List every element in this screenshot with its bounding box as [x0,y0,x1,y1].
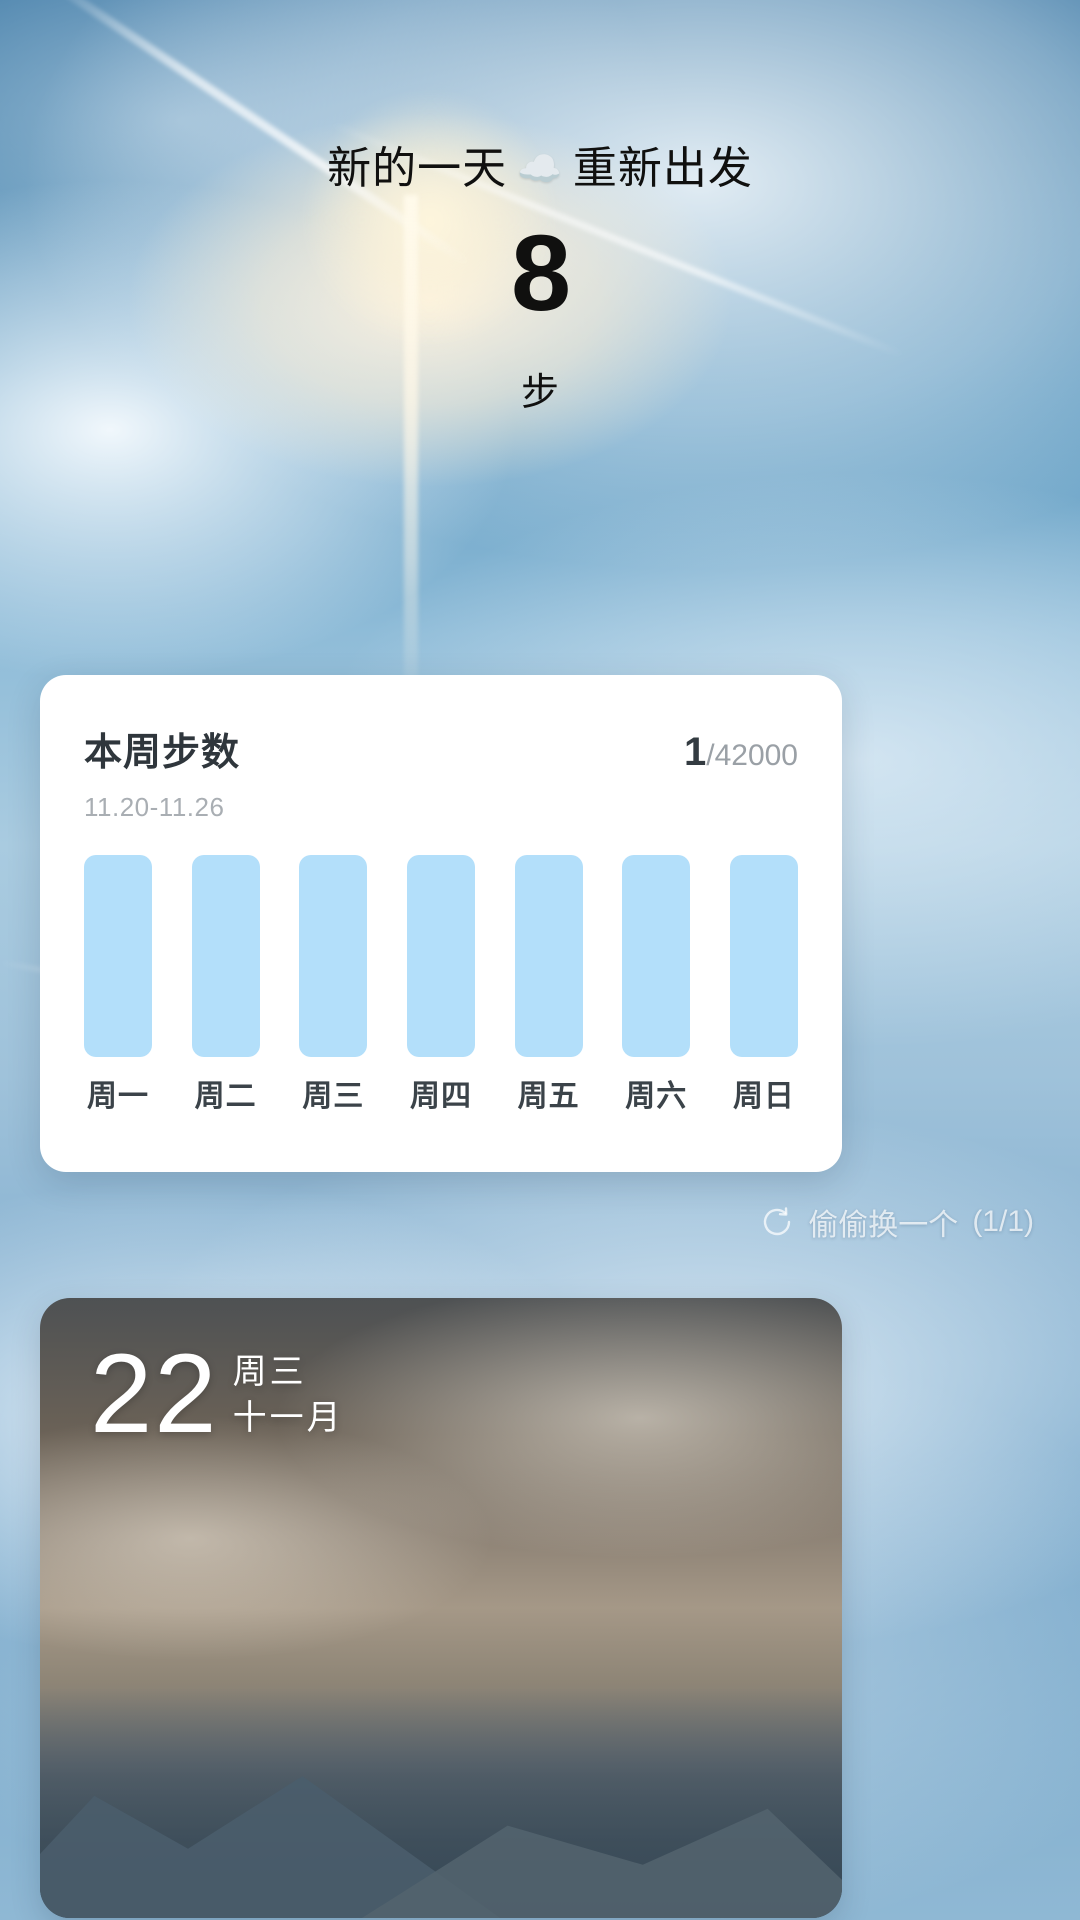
bar [84,855,152,1057]
bar [407,855,475,1057]
bar-label: 周六 [625,1071,687,1115]
bar-track [407,855,475,1057]
step-unit-label: 步 [0,361,1080,416]
bar-track [84,855,152,1057]
date-widget[interactable]: 22 周三 十一月 [40,1298,842,1918]
bar-column[interactable]: 周五 [515,855,583,1115]
bar-column[interactable]: 周日 [730,855,798,1115]
mountain-silhouette [40,1688,842,1918]
shuffle-counter: (1/1) [972,1205,1034,1239]
weekly-card-title: 本周步数 [84,721,240,776]
weekly-card-header: 本周步数 1/42000 [84,721,798,776]
shuffle-label: 偷偷换一个 [808,1200,958,1244]
refresh-icon [760,1205,794,1239]
bar-label: 周二 [195,1071,257,1115]
bar [730,855,798,1057]
weekly-steps-bar-chart: 周一 周二 周三 周四 [84,855,798,1115]
bar [299,855,367,1057]
bar-label: 周日 [733,1071,795,1115]
shuffle-wallpaper-button[interactable]: 偷偷换一个 (1/1) [760,1200,1034,1244]
date-side-labels: 周三 十一月 [233,1342,344,1442]
bar-column[interactable]: 周四 [407,855,475,1115]
step-motivation-title: 新的一天 ☁️ 重新出发 [0,140,1080,197]
bar [192,855,260,1057]
bar-column[interactable]: 周六 [622,855,690,1115]
bar-label: 周三 [302,1071,364,1115]
bar-label: 周五 [518,1071,580,1115]
weekly-steps-card[interactable]: 本周步数 1/42000 11.20-11.26 周一 周二 [40,675,842,1172]
bar [622,855,690,1057]
bar-column[interactable]: 周二 [192,855,260,1115]
date-day-number: 22 [90,1342,219,1445]
bar-track [515,855,583,1057]
bar-label: 周四 [410,1071,472,1115]
weekly-progress-goal: /42000 [706,739,798,772]
cloud-icon: ☁️ [517,151,563,187]
step-title-suffix: 重新出发 [573,140,753,197]
bar [515,855,583,1057]
date-weekday-label: 周三 [233,1350,344,1396]
date-widget-content: 22 周三 十一月 [90,1342,344,1445]
phone-screen: 新的一天 ☁️ 重新出发 8 步 本周步数 1/42000 11.20-11.2… [0,0,1080,1920]
bar-column[interactable]: 周三 [299,855,367,1115]
weekly-date-range: 11.20-11.26 [84,792,798,823]
weekly-progress: 1/42000 [684,730,798,775]
bar-column[interactable]: 周一 [84,855,152,1115]
bar-track [622,855,690,1057]
date-month-label: 十一月 [233,1396,344,1442]
bar-track [192,855,260,1057]
weekly-progress-current: 1 [684,730,706,774]
step-summary: 新的一天 ☁️ 重新出发 8 步 [0,140,1080,416]
today-step-count: 8 [0,219,1080,327]
bar-label: 周一 [87,1071,149,1115]
bar-track [730,855,798,1057]
bar-track [299,855,367,1057]
step-title-prefix: 新的一天 [327,140,507,197]
